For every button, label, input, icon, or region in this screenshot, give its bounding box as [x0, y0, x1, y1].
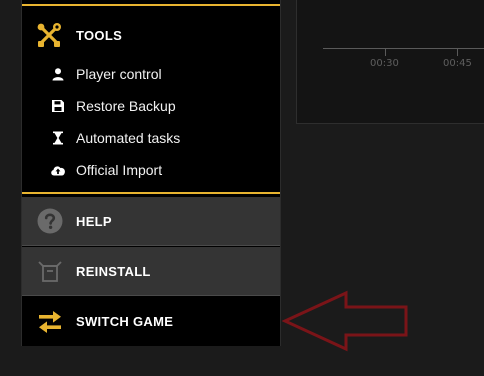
timeline-axis	[323, 48, 484, 49]
timeline-panel: 00:30 00:45	[296, 0, 484, 124]
tools-icon	[36, 22, 62, 48]
sidebar-item-switch-game[interactable]: SWITCH GAME	[22, 297, 280, 346]
cloud-upload-icon	[50, 162, 66, 178]
swap-arrows-icon	[36, 308, 64, 336]
sidebar-item-label: Automated tasks	[76, 130, 181, 146]
tools-header[interactable]: TOOLS	[36, 22, 122, 48]
sidebar-item-player-control[interactable]: Player control	[50, 64, 162, 84]
timeline-tick	[457, 48, 458, 56]
timeline-tick	[385, 48, 386, 56]
help-label: HELP	[76, 213, 112, 229]
sidebar-item-automated-tasks[interactable]: Automated tasks	[50, 128, 180, 148]
timeline-tick-label: 00:30	[370, 58, 399, 69]
hourglass-icon	[50, 130, 66, 146]
reinstall-label: REINSTALL	[76, 263, 151, 279]
sidebar: TOOLS Player control Restore Backup Auto…	[21, 0, 281, 346]
user-icon	[50, 66, 66, 82]
sidebar-item-label: Restore Backup	[76, 98, 176, 114]
sidebar-item-official-import[interactable]: Official Import	[50, 160, 162, 180]
switch-game-label: SWITCH GAME	[76, 314, 174, 329]
annotation-arrow	[282, 290, 408, 352]
timeline-tick-label: 00:45	[443, 58, 472, 69]
sidebar-item-label: Official Import	[76, 162, 163, 178]
sidebar-item-restore-backup[interactable]: Restore Backup	[50, 96, 176, 116]
tools-section: TOOLS Player control Restore Backup Auto…	[22, 4, 280, 194]
save-icon	[50, 98, 66, 114]
box-icon	[36, 257, 64, 285]
sidebar-item-reinstall[interactable]: REINSTALL	[22, 247, 280, 296]
sidebar-item-help[interactable]: HELP	[22, 197, 280, 246]
tools-label: TOOLS	[76, 27, 123, 43]
sidebar-item-label: Player control	[76, 66, 162, 82]
question-circle-icon	[36, 207, 64, 235]
